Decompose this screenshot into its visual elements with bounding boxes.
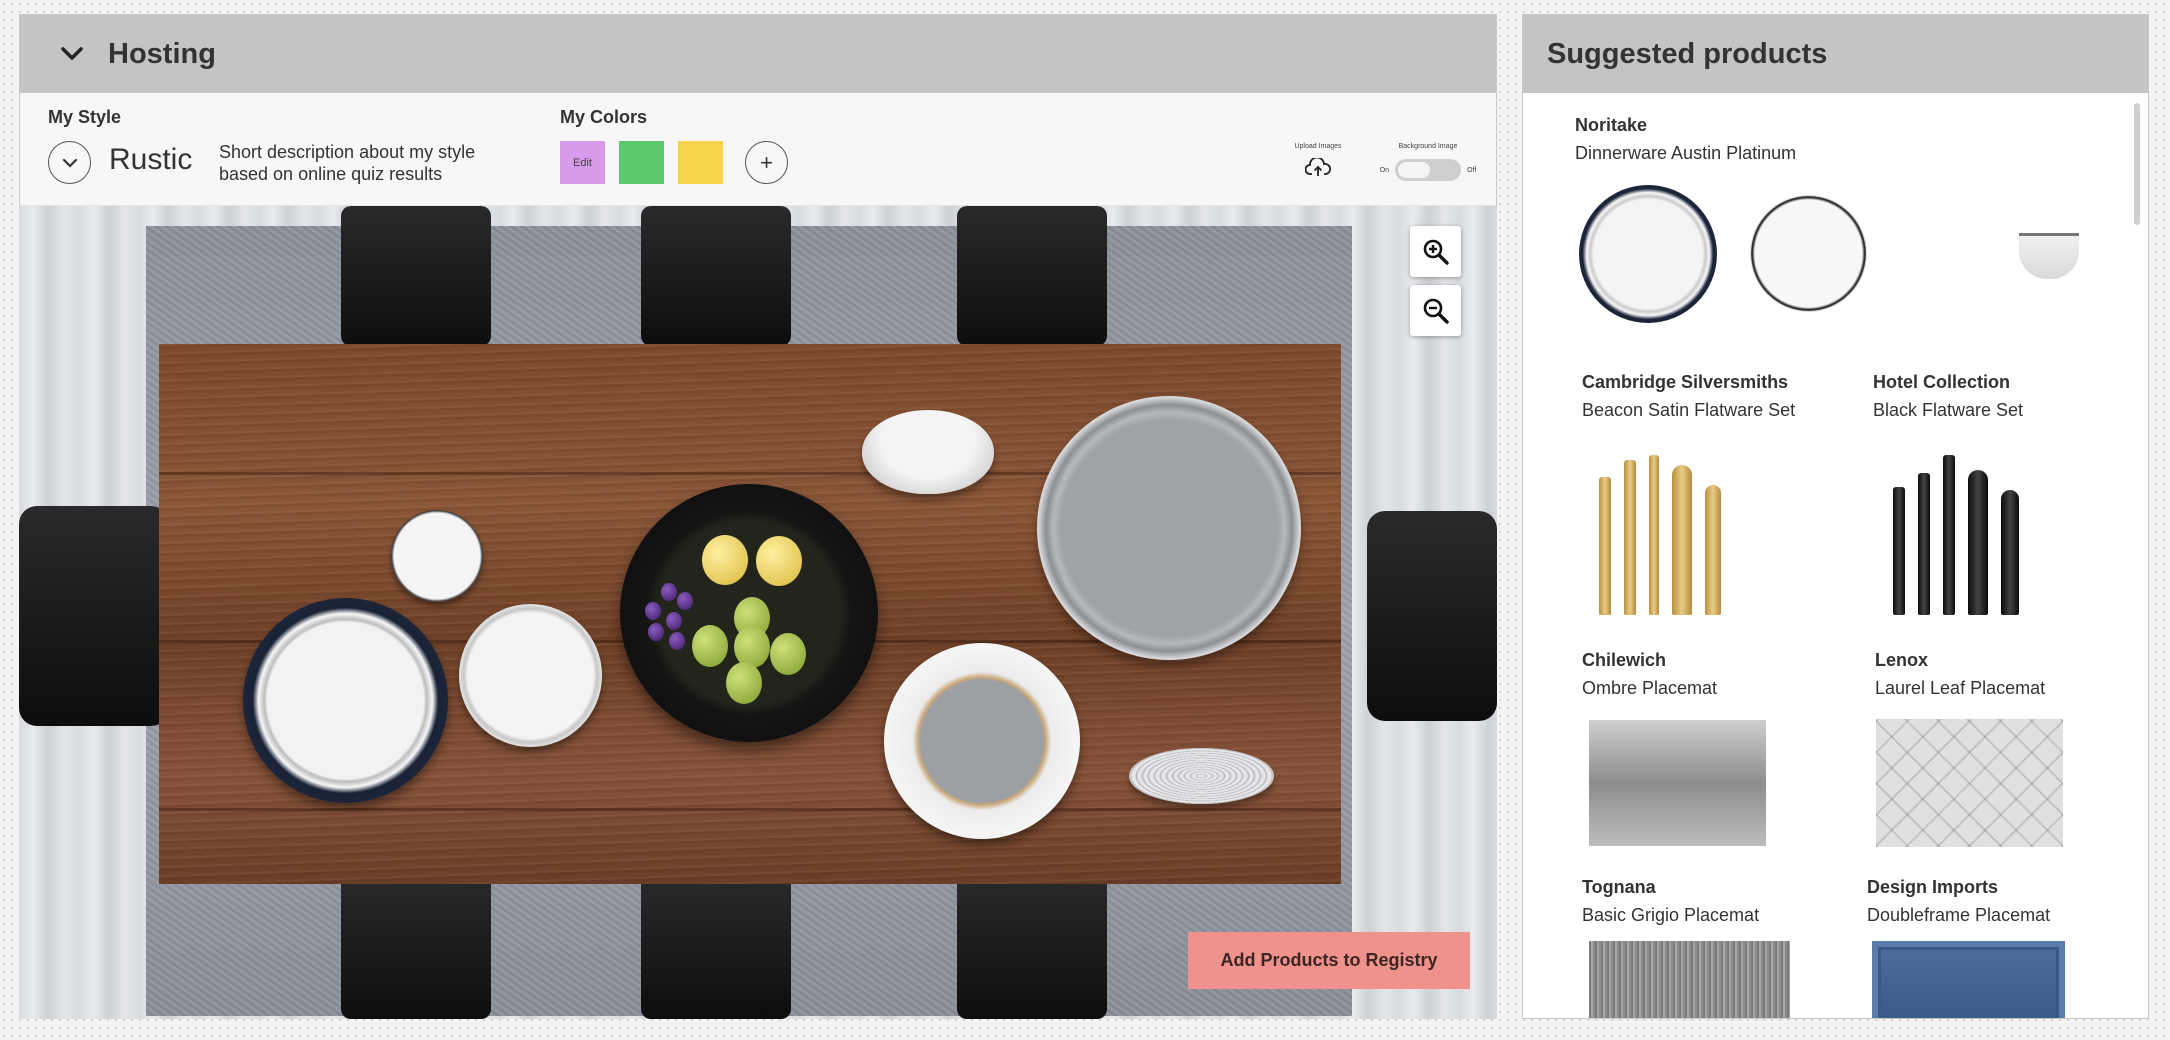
platinum-rim-plate[interactable]	[459, 604, 602, 747]
chair	[1367, 511, 1497, 721]
suggested-header: Suggested products	[1523, 15, 2148, 93]
add-color-button[interactable]: +	[745, 141, 788, 184]
pear	[726, 662, 762, 704]
product-brand: Design Imports	[1867, 877, 1999, 897]
background-image-label: Background Image	[1398, 143, 1458, 150]
upload-images-label: Upload Images	[1294, 143, 1342, 150]
product-name: Ombre Placemat	[1582, 678, 1718, 698]
zoom-out-button[interactable]	[1410, 285, 1461, 336]
product-brand: Noritake	[1575, 115, 1648, 135]
style-toolbar: My Style Rustic Short description about …	[20, 93, 1496, 206]
toggle-on-label: On	[1379, 166, 1390, 174]
lemon	[756, 536, 802, 586]
lemon	[702, 535, 748, 585]
chair	[957, 874, 1107, 1019]
hosting-header: Hosting	[20, 15, 1496, 93]
product-image-gold-flatware[interactable]	[1599, 435, 1721, 615]
product-brand: Chilewich	[1582, 650, 1667, 670]
fork	[1918, 473, 1930, 615]
spoon	[2001, 490, 2019, 615]
fork	[1624, 460, 1636, 615]
product-name: Black Flatware Set	[1873, 400, 2024, 420]
spoon	[1968, 470, 1988, 615]
add-products-to-registry-button[interactable]: Add Products to Registry	[1188, 932, 1470, 989]
product-image-black-flatware[interactable]	[1893, 435, 2019, 615]
product-brand: Tognana	[1582, 877, 1656, 897]
background-image-control: Background Image On Off	[1373, 143, 1483, 181]
grape	[648, 623, 664, 641]
color-swatch-yellow[interactable]	[678, 141, 723, 184]
suggested-products-panel: Suggested products Noritake Dinnerware A…	[1522, 14, 2149, 1019]
cloud-upload-icon[interactable]	[1304, 156, 1331, 183]
product-name: Laurel Leaf Placemat	[1875, 678, 2046, 698]
style-name: Rustic	[109, 143, 193, 176]
chevron-down-icon	[61, 47, 83, 60]
product-brand: Hotel Collection	[1873, 372, 2011, 392]
color-swatch-green[interactable]	[619, 141, 664, 184]
product-image-grigio-placemat[interactable]	[1589, 941, 1790, 1018]
grape	[645, 602, 661, 620]
white-bowl[interactable]	[862, 410, 994, 494]
style-dropdown-button[interactable]	[48, 141, 91, 184]
bread-plate[interactable]	[391, 510, 483, 602]
fork	[1599, 477, 1611, 615]
product-image-cup[interactable]	[2019, 233, 2079, 279]
chair	[341, 206, 491, 346]
hosting-title: Hosting	[108, 37, 216, 70]
color-swatch-edit[interactable]: Edit	[560, 141, 605, 184]
chevron-down-icon	[62, 158, 77, 168]
style-description: Short description about my style based o…	[219, 142, 476, 184]
background-image-toggle[interactable]	[1395, 159, 1462, 181]
toggle-off-label: Off	[1467, 166, 1477, 174]
upload-images: Upload Images	[1278, 143, 1358, 183]
spoon	[1672, 465, 1692, 615]
salad-plate[interactable]	[884, 643, 1080, 839]
grey-bowl[interactable]	[1129, 748, 1274, 804]
product-brand: Lenox	[1875, 650, 1929, 670]
chair	[641, 874, 791, 1019]
product-name: Basic Grigio Placemat	[1582, 905, 1760, 925]
product-image-ombre-placemat[interactable]	[1589, 720, 1766, 846]
product-image-laurel-placemat[interactable]	[1876, 719, 2063, 847]
product-name: Doubleframe Placemat	[1867, 905, 2051, 925]
toggle-knob	[1398, 162, 1431, 178]
chair	[341, 874, 491, 1019]
grape	[666, 612, 682, 630]
pear	[770, 633, 806, 675]
collapse-button[interactable]	[54, 36, 90, 72]
knife	[1943, 455, 1955, 615]
product-brand: Cambridge Silversmiths	[1582, 372, 1789, 392]
suggested-title: Suggested products	[1547, 37, 1828, 70]
zoom-in-button[interactable]	[1410, 226, 1461, 277]
chair	[19, 506, 169, 726]
scrollbar[interactable]	[2134, 103, 2140, 225]
chair	[641, 206, 791, 346]
zoom-out-icon	[1423, 298, 1449, 324]
knife	[1649, 455, 1659, 615]
grape	[661, 583, 677, 601]
grape	[669, 632, 685, 650]
pear	[692, 625, 728, 667]
chair	[957, 206, 1107, 346]
navy-rim-plate[interactable]	[243, 598, 448, 803]
product-image-dinner-plate[interactable]	[1579, 185, 1717, 323]
grape	[677, 592, 693, 610]
zoom-in-icon	[1423, 239, 1449, 265]
product-image-salad-plate[interactable]	[1751, 196, 1866, 311]
my-colors-label: My Colors	[560, 107, 648, 127]
product-name: Dinnerware Austin Platinum	[1575, 143, 1797, 163]
grey-dinner-plate[interactable]	[1037, 396, 1301, 660]
spoon	[1705, 485, 1721, 615]
product-name: Beacon Satin Flatware Set	[1582, 400, 1796, 420]
fork	[1893, 487, 1905, 615]
product-image-doubleframe-placemat[interactable]	[1872, 941, 2065, 1018]
my-style-label: My Style	[48, 107, 122, 127]
